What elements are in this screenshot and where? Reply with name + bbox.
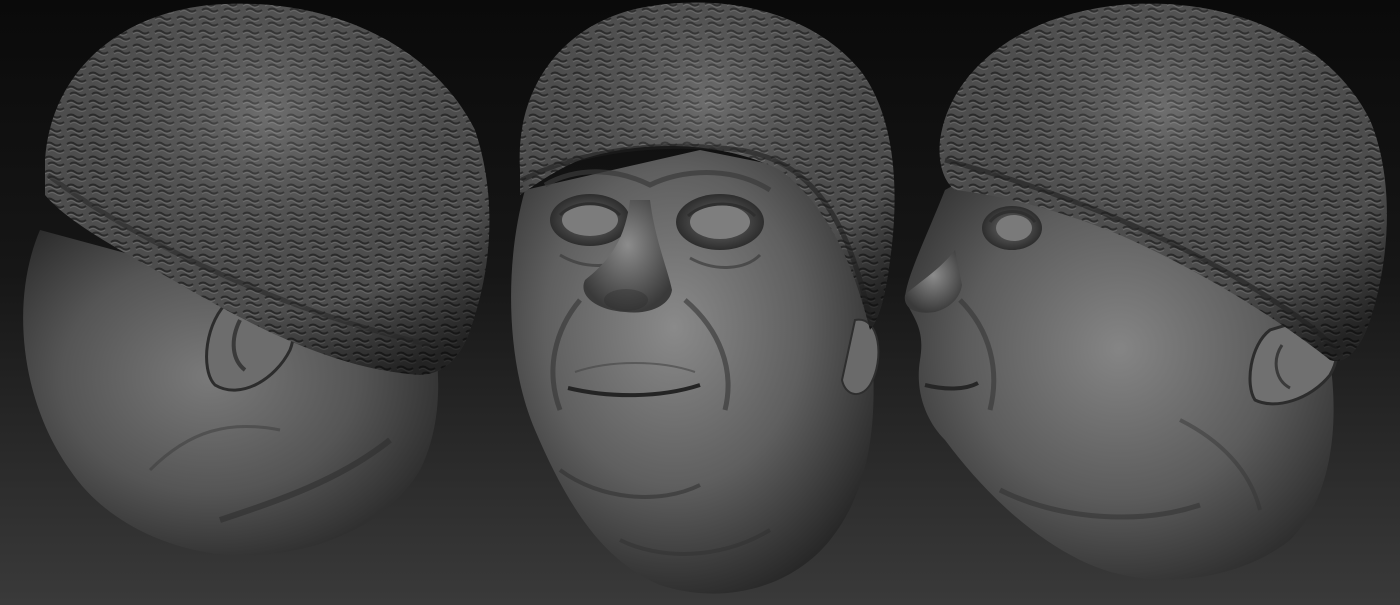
render-svg bbox=[23, 2, 1387, 594]
head-back-view bbox=[23, 3, 490, 556]
head-front-view bbox=[511, 2, 895, 594]
sculpt-render-canvas bbox=[0, 0, 1400, 605]
head-side-view bbox=[904, 3, 1387, 580]
